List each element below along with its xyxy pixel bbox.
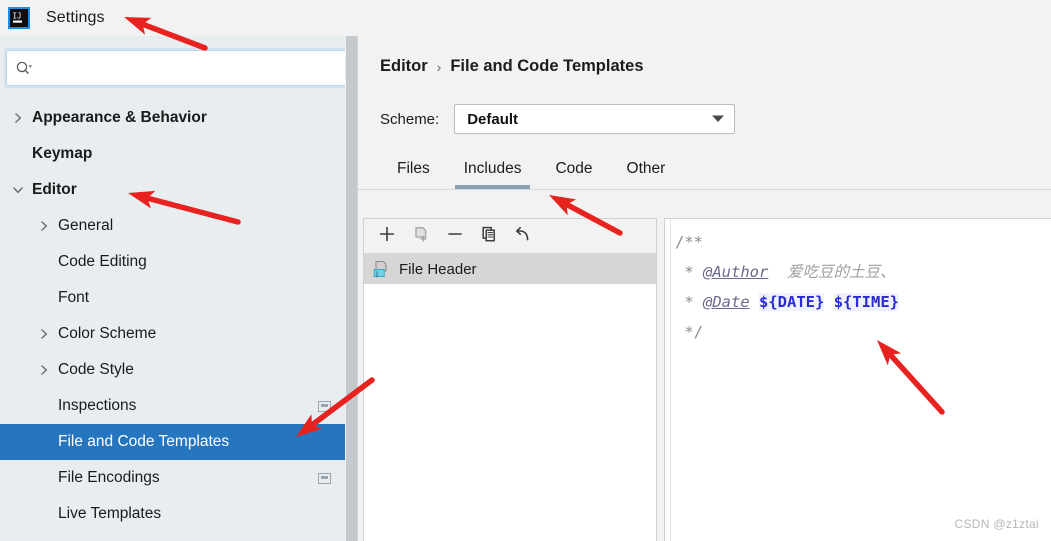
undo-icon (514, 225, 532, 248)
code-token-author: 爱吃豆的土豆、 (787, 263, 896, 281)
breadcrumb-current: File and Code Templates (450, 57, 644, 75)
title-bar: IJ Settings (0, 0, 1051, 37)
breadcrumb-parent[interactable]: Editor (380, 57, 428, 76)
tab-label: Files (397, 159, 430, 177)
code-token-comment: * (675, 263, 703, 281)
template-items: J File Header (364, 254, 656, 284)
sidebar-item-general[interactable]: General (0, 208, 345, 244)
project-scope-badge-icon (318, 472, 331, 484)
copy-icon (480, 225, 498, 248)
tab-label: Code (555, 159, 593, 177)
template-code-editor[interactable]: /** * @Author 爱吃豆的土豆、 * @Date ${DATE} ${… (664, 218, 1051, 541)
sidebar-item-label: Inspections (58, 397, 137, 414)
tab-code[interactable]: Code (538, 148, 609, 189)
sidebar-item-file-encodings[interactable]: File Encodings (0, 460, 345, 496)
sidebar-item-color-scheme[interactable]: Color Scheme (0, 316, 345, 352)
search-input[interactable] (41, 56, 346, 80)
reset-template-button[interactable] (508, 222, 538, 250)
sidebar-item-label: Live Templates (58, 505, 162, 522)
code-token-var: ${DATE} (759, 293, 825, 311)
sidebar-item-font[interactable]: Font (0, 280, 345, 316)
tab-other[interactable]: Other (610, 148, 683, 189)
add-template-button[interactable] (372, 222, 402, 250)
sidebar-item-appearance-behavior[interactable]: Appearance & Behavior (0, 100, 345, 136)
settings-tree: Appearance & Behavior Keymap Editor General… (0, 100, 345, 541)
scheme-selected-value: Default (467, 110, 519, 128)
search-box[interactable] (6, 50, 347, 86)
template-tabs: Files Includes Code Other (358, 148, 1051, 190)
code-line: * @Author 爱吃豆的土豆、 (675, 257, 1051, 287)
breadcrumb-separator-icon: › (436, 58, 442, 75)
tab-label: Other (626, 159, 666, 177)
sidebar-scrollbar-thumb[interactable] (346, 36, 357, 541)
sidebar-item-label: File and Code Templates (58, 433, 230, 450)
code-token-tag: @Date (703, 293, 750, 311)
search-icon (16, 61, 33, 76)
sidebar-item-label: Font (58, 289, 90, 306)
watermark: CSDN @z1ztai (954, 517, 1039, 531)
add-file-icon (412, 225, 430, 248)
sidebar-item-live-templates[interactable]: Live Templates (0, 496, 345, 532)
sidebar-item-code-editing[interactable]: Code Editing (0, 244, 345, 280)
chevron-right-icon[interactable] (36, 362, 52, 378)
code-token-comment (750, 293, 759, 311)
sidebar-item-label: File Encodings (58, 469, 160, 486)
chevron-right-icon[interactable] (10, 110, 26, 126)
list-item-label: File Header (399, 260, 477, 278)
editor-gutter (665, 219, 671, 541)
tab-includes[interactable]: Includes (447, 148, 539, 189)
code-line: /** (675, 227, 1051, 257)
minus-icon (446, 225, 464, 248)
chevron-down-icon (711, 110, 725, 128)
sidebar-item-file-and-code-templates[interactable]: File and Code Templates (0, 424, 345, 460)
remove-template-button[interactable] (440, 222, 470, 250)
scheme-label: Scheme: (380, 110, 440, 128)
code-token-tag: @Author (703, 263, 769, 281)
sidebar-item-label: Keymap (32, 145, 93, 162)
list-item[interactable]: J File Header (364, 254, 656, 284)
scheme-row: Scheme: Default (380, 104, 736, 134)
intellij-idea-logo-icon: IJ (8, 7, 30, 29)
project-scope-badge-icon (318, 400, 331, 412)
sidebar-item-inspections[interactable]: Inspections (0, 388, 345, 424)
sidebar-item-editor[interactable]: Editor (0, 172, 345, 208)
add-child-button (406, 222, 436, 250)
svg-text:J: J (375, 269, 378, 277)
code-token-comment (768, 263, 787, 281)
scheme-dropdown[interactable]: Default (454, 104, 736, 134)
editor-code-content[interactable]: /** * @Author 爱吃豆的土豆、 * @Date ${DATE} ${… (675, 227, 1051, 347)
code-token-comment (824, 293, 833, 311)
copy-template-button[interactable] (474, 222, 504, 250)
tab-label: Includes (463, 159, 522, 177)
chevron-right-icon[interactable] (36, 218, 52, 234)
template-list-toolbar (364, 219, 656, 254)
settings-detail-pane: Editor › File and Code Templates Scheme:… (358, 36, 1051, 541)
sidebar-item-label: Editor (32, 181, 77, 198)
template-list-panel: J File Header (363, 218, 657, 541)
code-line: * @Date ${DATE} ${TIME} (675, 287, 1051, 317)
code-token-comment: /** (675, 233, 703, 251)
code-token-comment: */ (675, 323, 703, 341)
breadcrumb: Editor › File and Code Templates (380, 57, 644, 76)
code-token-comment: * (675, 293, 703, 311)
chevron-down-icon[interactable] (10, 182, 26, 198)
sidebar-item-keymap[interactable]: Keymap (0, 136, 345, 172)
code-token-var: ${TIME} (833, 293, 900, 311)
settings-sidebar: Appearance & Behavior Keymap Editor General… (0, 36, 358, 541)
window-title: Settings (46, 9, 105, 26)
svg-text:IJ: IJ (13, 12, 22, 21)
chevron-right-icon[interactable] (36, 326, 52, 342)
java-file-icon: J (372, 260, 390, 278)
sidebar-item-label: Code Editing (58, 253, 147, 270)
sidebar-item-label: Color Scheme (58, 325, 157, 342)
sidebar-item-code-style[interactable]: Code Style (0, 352, 345, 388)
sidebar-item-label: Appearance & Behavior (32, 109, 207, 126)
sidebar-item-label: General (58, 217, 114, 234)
tab-files[interactable]: Files (380, 148, 447, 189)
plus-icon (378, 225, 396, 248)
code-line: */ (675, 317, 1051, 347)
sidebar-item-label: Code Style (58, 361, 134, 378)
